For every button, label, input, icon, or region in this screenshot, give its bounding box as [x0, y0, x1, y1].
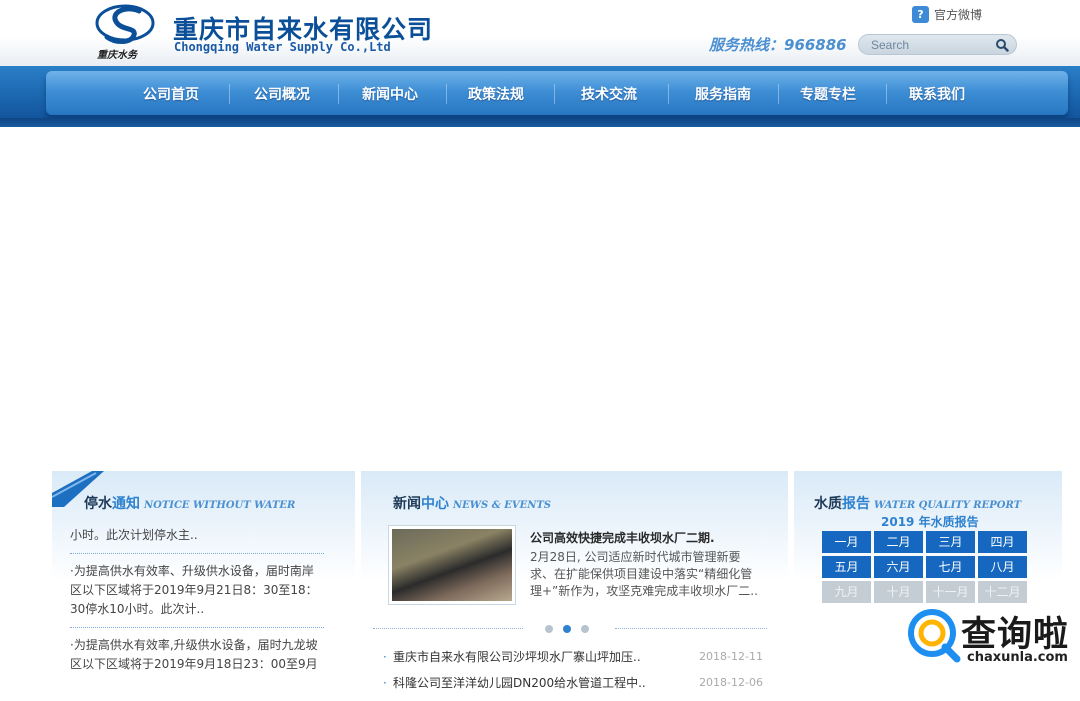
month-button: 十月: [874, 581, 923, 603]
notice-item[interactable]: ·为提高供水有效率、升级供水设备，届时南岸区以下区域将于2019年9月21日8：…: [70, 554, 324, 628]
month-button: 九月: [822, 581, 871, 603]
news-item-title[interactable]: 重庆市自来水有限公司沙坪坝水厂寨山坪加压..: [393, 649, 641, 665]
notice-list: 小时。此次计划停水主.. ·为提高供水有效率、升级供水设备，届时南岸区以下区域将…: [70, 526, 324, 682]
news-photo: [392, 529, 512, 601]
month-button[interactable]: 六月: [874, 556, 923, 578]
carousel-dot-active[interactable]: [563, 625, 571, 633]
search-icon[interactable]: [995, 38, 1009, 52]
month-button[interactable]: 五月: [822, 556, 871, 578]
divider-line: [373, 628, 523, 629]
month-button[interactable]: 三月: [926, 531, 975, 553]
notice-item[interactable]: ·为提高供水有效率,升级供水设备，届时九龙坡区以下区域将于2019年9月18日2…: [70, 628, 324, 682]
nav-divider: [886, 84, 887, 104]
nav-divider: [778, 84, 779, 104]
month-button: 十二月: [978, 581, 1027, 603]
nav-item-home[interactable]: 公司首页: [143, 84, 199, 104]
main-nav: 公司首页 公司概况 新闻中心 政策法规 技术交流 服务指南 专题专栏 联系我们: [0, 66, 1080, 127]
magnifier-logo-icon: [908, 609, 961, 663]
nav-divider: [668, 84, 669, 104]
month-button[interactable]: 七月: [926, 556, 975, 578]
watermark-url: chaxunla.com: [967, 650, 1068, 665]
notice-item[interactable]: 小时。此次计划停水主..: [70, 526, 324, 554]
news-title-b: 中心: [421, 496, 449, 512]
search-input[interactable]: [871, 37, 991, 53]
company-name-en: Chongqing Water Supply Co.,Ltd: [174, 40, 391, 54]
nav-bottom-band: [0, 118, 1080, 127]
month-button[interactable]: 四月: [978, 531, 1027, 553]
carousel-dot[interactable]: [581, 625, 589, 633]
notice-panel: 停水通知 NOTICE WITHOUT WATER 小时。此次计划停水主.. ·为…: [52, 471, 355, 689]
month-button: 十一月: [926, 581, 975, 603]
news-list-item[interactable]: · 科隆公司至洋洋幼儿园DN200给水管道工程中.. 2018-12-06: [383, 675, 765, 701]
news-panel: 新闻中心 NEWS & EVENTS 公司高效快捷完成丰收坝水厂二期. 2月28日…: [361, 471, 788, 690]
bullet-icon: ·: [383, 650, 387, 664]
nav-item-contact[interactable]: 联系我们: [909, 84, 965, 104]
month-button[interactable]: 二月: [874, 531, 923, 553]
news-list-item[interactable]: · 重庆市自来水有限公司沙坪坝水厂寨山坪加压.. 2018-12-11: [383, 649, 765, 675]
weibo-label: 官方微博: [934, 8, 983, 22]
search-box: [858, 34, 1017, 55]
featured-news-summary: 2月28日, 公司适应新时代城市管理新要求、在扩能保供项目建设中落实“精细化管理…: [530, 550, 758, 598]
news-item-date: 2018-12-11: [699, 650, 763, 663]
news-title: 新闻中心 NEWS & EVENTS: [393, 493, 551, 513]
featured-news-title[interactable]: 公司高效快捷完成丰收坝水厂二期.: [530, 529, 770, 546]
weibo-icon: ?: [912, 6, 929, 23]
nav-item-policy[interactable]: 政策法规: [468, 84, 524, 104]
wq-title-a: 水质: [814, 496, 842, 512]
nav-divider: [446, 84, 447, 104]
nav-item-service[interactable]: 服务指南: [695, 84, 751, 104]
notice-title-a: 停水: [84, 496, 112, 512]
nav-bar-inner: 公司首页 公司概况 新闻中心 政策法规 技术交流 服务指南 专题专栏 联系我们: [46, 71, 1068, 115]
news-list: · 重庆市自来水有限公司沙坪坝水厂寨山坪加压.. 2018-12-11 · 科隆…: [383, 649, 765, 701]
nav-divider: [229, 84, 230, 104]
nav-item-overview[interactable]: 公司概况: [254, 84, 310, 104]
news-title-a: 新闻: [393, 496, 421, 512]
notice-title-en: NOTICE WITHOUT WATER: [144, 500, 296, 511]
site-header: 重庆水务 重庆市自来水有限公司 Chongqing Water Supply C…: [0, 0, 1080, 66]
news-title-en: NEWS & EVENTS: [453, 500, 552, 511]
company-logo-icon[interactable]: 重庆水务: [95, 3, 155, 61]
logo-script: 重庆水务: [97, 49, 139, 61]
nav-item-tech[interactable]: 技术交流: [581, 84, 637, 104]
month-button[interactable]: 八月: [978, 556, 1027, 578]
month-button[interactable]: 一月: [822, 531, 871, 553]
nav-divider: [338, 84, 339, 104]
wq-title-en: WATER QUALITY REPORT: [874, 500, 1022, 511]
notice-title-b: 通知: [112, 496, 140, 512]
divider-line: [615, 628, 767, 629]
notice-title: 停水通知 NOTICE WITHOUT WATER: [84, 493, 295, 513]
weibo-link[interactable]: ? 官方微博: [912, 6, 982, 23]
news-thumbnail[interactable]: [388, 525, 516, 605]
water-quality-year: 2019 年水质报告: [881, 515, 979, 529]
wq-title-b: 报告: [842, 496, 870, 512]
watermark: 查询啦 chaxunla.com: [905, 604, 1075, 666]
nav-item-news[interactable]: 新闻中心: [362, 84, 418, 104]
water-quality-title: 水质报告 WATER QUALITY REPORT: [814, 493, 1021, 513]
nav-item-special[interactable]: 专题专栏: [800, 84, 856, 104]
service-hotline: 服务热线：966886: [709, 36, 847, 54]
carousel-dot[interactable]: [545, 625, 553, 633]
nav-divider: [554, 84, 555, 104]
